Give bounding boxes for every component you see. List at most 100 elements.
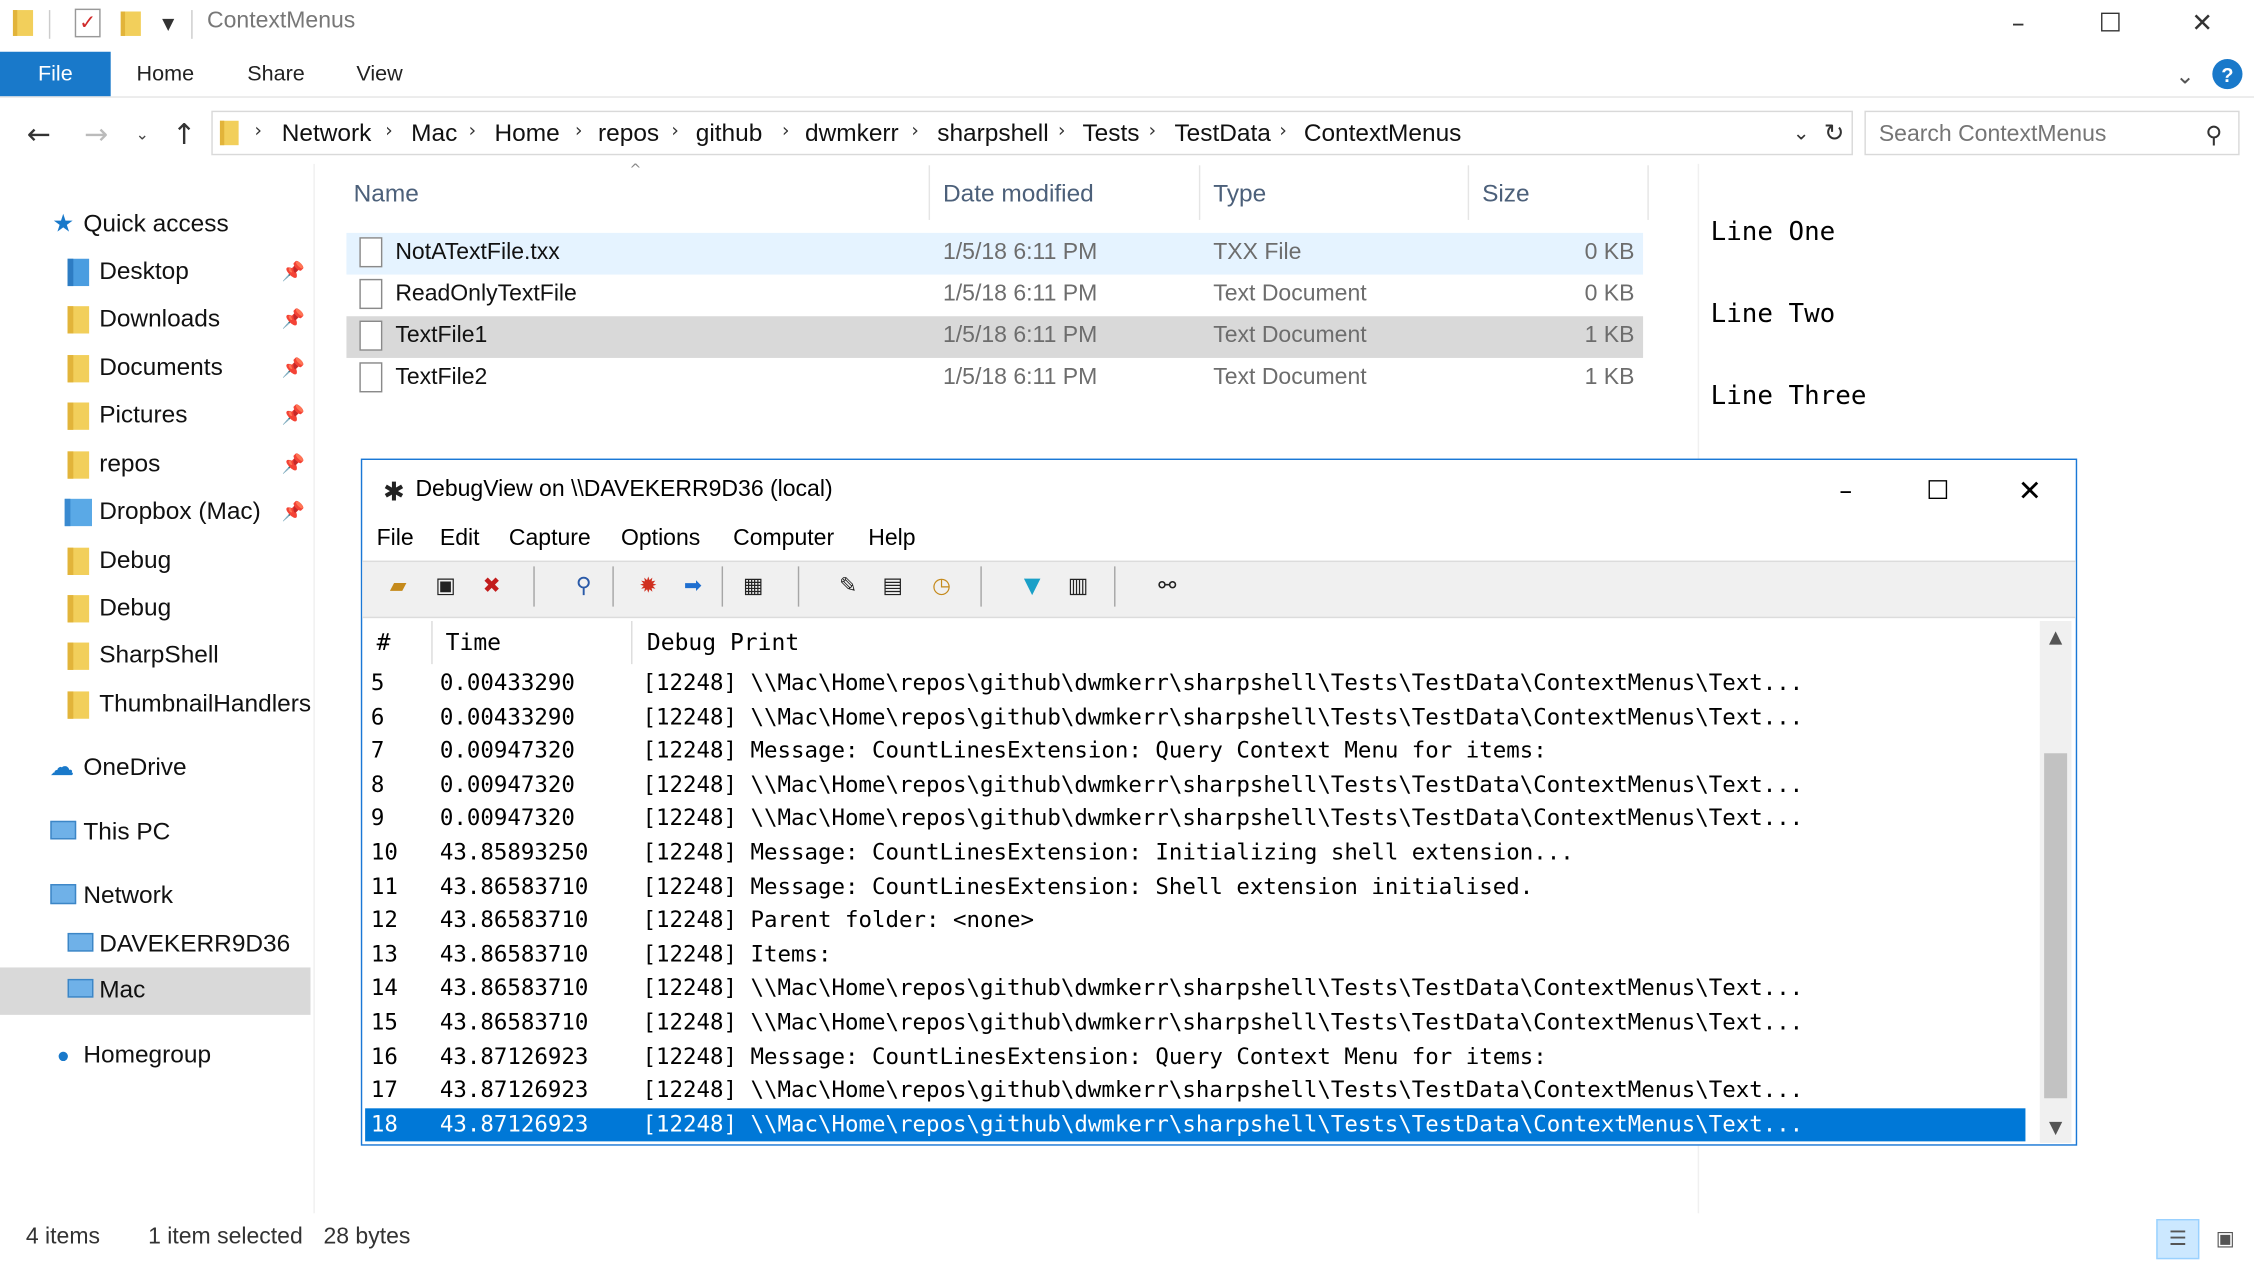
breadcrumb-network[interactable]: Network [282, 119, 372, 148]
nav-thumbnailhandlers[interactable]: ThumbnailHandlers [0, 681, 311, 728]
search-box[interactable]: ⚲ [1864, 110, 2240, 156]
nav-mac[interactable]: Mac [0, 967, 311, 1015]
breadcrumb-separator[interactable]: › [575, 121, 582, 143]
maximize-button[interactable]: ☐ [2064, 0, 2156, 46]
nav-quick-access[interactable]: ★ Quick access [0, 201, 311, 248]
debugview-maximize-button[interactable]: ☐ [1909, 469, 1967, 512]
pin-icon[interactable]: 📌 [282, 308, 305, 331]
file-tab[interactable]: File [0, 51, 111, 97]
nav-debug-1[interactable]: Debug [0, 538, 311, 585]
refresh-icon[interactable]: ↻ [1820, 118, 1849, 150]
debug-row-selected[interactable]: 18 43.87126923 [12248] \\Mac\Home\repos\gi… [365, 1108, 2026, 1142]
column-header-date[interactable]: Date modified [943, 180, 1094, 209]
menu-help[interactable]: Help [868, 526, 915, 552]
breadcrumb-dwmkerr[interactable]: dwmkerr [805, 119, 899, 148]
menu-options[interactable]: Options [621, 526, 700, 552]
menu-capture[interactable]: Capture [509, 526, 591, 552]
column-header-name[interactable]: Name [354, 180, 419, 209]
autoscroll-arrow-icon[interactable]: ➡ [677, 569, 709, 601]
details-view-icon[interactable]: ☰ [2156, 1219, 2200, 1260]
column-header-size[interactable]: Size [1482, 180, 1530, 209]
chevron-down-icon[interactable]: ▼ [158, 12, 178, 35]
breadcrumb-separator[interactable]: › [782, 121, 789, 143]
save-icon[interactable]: ▣ [430, 569, 462, 601]
chevron-down-icon[interactable]: ⌄ [2169, 59, 2201, 91]
scroll-thumb[interactable] [2044, 753, 2068, 1099]
recent-locations-icon[interactable]: ⌄ [131, 121, 154, 147]
debug-row[interactable]: 9 0.00947320 [12248] \\Mac\Home\repos\gith… [365, 803, 2025, 837]
breadcrumb-separator[interactable]: › [254, 121, 261, 143]
open-folder-icon[interactable]: ▰ [382, 569, 414, 601]
column-header-time[interactable]: Time [446, 628, 501, 655]
breadcrumb-separator[interactable]: › [671, 121, 678, 143]
menu-edit[interactable]: Edit [440, 526, 480, 552]
file-row[interactable]: TextFile2 1/5/18 6:11 PM Text Document 1… [346, 358, 1643, 400]
debug-row[interactable]: 8 0.00947320 [12248] \\Mac\Home\repos\gith… [365, 769, 2025, 803]
breadcrumb-sharpshell[interactable]: sharpshell [937, 119, 1048, 148]
nav-network[interactable]: Network [0, 873, 311, 920]
column-header-debug-print[interactable]: Debug Print [647, 628, 799, 655]
breadcrumb-separator[interactable]: › [1149, 121, 1156, 143]
scroll-up-icon[interactable]: ▲ [2040, 621, 2072, 653]
search-icon[interactable]: ⚲ [2199, 119, 2228, 148]
nav-documents[interactable]: Documents 📌 [0, 345, 311, 392]
file-row[interactable]: ReadOnlyTextFile 1/5/18 6:11 PM Text Doc… [346, 275, 1643, 317]
debug-row[interactable]: 14 43.86583710 [12248] \\Mac\Home\repos\gi… [365, 972, 2025, 1006]
menu-file[interactable]: File [377, 526, 414, 552]
breadcrumb-home[interactable]: Home [495, 119, 560, 148]
debug-row[interactable]: 7 0.00947320 [12248] Message: CountLinesEx… [365, 735, 2025, 769]
debug-row[interactable]: 12 43.86583710 [12248] Parent folder: <non… [365, 904, 2025, 938]
pin-icon[interactable]: 📌 [282, 357, 305, 380]
capture-icon[interactable]: ✹ [633, 569, 665, 601]
breadcrumb-testdata[interactable]: TestData [1174, 119, 1270, 148]
nav-homegroup[interactable]: ● Homegroup [0, 1032, 311, 1079]
debug-row[interactable]: 6 0.00433290 [12248] \\Mac\Home\repos\gith… [365, 701, 2025, 735]
back-arrow-icon[interactable]: ← [20, 116, 57, 151]
timestamp-icon[interactable]: ▤ [877, 569, 909, 601]
nav-downloads[interactable]: Downloads 📌 [0, 296, 311, 343]
binoculars-icon[interactable]: ⚯ [1151, 569, 1183, 601]
nav-davekerr9d36[interactable]: DAVEKERR9D36 [0, 921, 311, 968]
nav-pictures[interactable]: Pictures 📌 [0, 392, 311, 439]
search-input[interactable] [1875, 117, 2198, 151]
close-button[interactable]: ✕ [2156, 0, 2248, 46]
large-icons-view-icon[interactable]: ▣ [2205, 1219, 2245, 1259]
debug-row[interactable]: 13 43.86583710 [12248] Items: [365, 938, 2025, 972]
nav-debug-2[interactable]: Debug [0, 585, 311, 632]
breadcrumb-separator[interactable]: › [911, 121, 918, 143]
capture-kernel-icon[interactable]: ▦ [737, 569, 769, 601]
debug-row[interactable]: 16 43.87126923 [12248] Message: CountLines… [365, 1040, 2025, 1074]
new-folder-icon[interactable] [120, 11, 141, 36]
nav-desktop[interactable]: Desktop 📌 [0, 249, 311, 296]
up-arrow-icon[interactable]: ↑ [167, 116, 202, 151]
nav-sharpshell[interactable]: SharpShell [0, 633, 311, 680]
debugview-close-button[interactable]: ✕ [2001, 469, 2059, 512]
nav-dropbox-mac[interactable]: Dropbox (Mac) 📌 [0, 489, 311, 536]
debugview-minimize-button[interactable]: – [1817, 469, 1875, 512]
pin-icon[interactable]: 📌 [282, 404, 305, 427]
debug-scrollbar[interactable]: ▲ ▼ [2039, 621, 2072, 1143]
forward-arrow-icon[interactable]: → [78, 116, 115, 151]
column-header-number[interactable]: # [377, 628, 391, 655]
breadcrumb-separator[interactable]: › [469, 121, 476, 143]
breadcrumb-separator[interactable]: › [385, 121, 392, 143]
address-history-chevron-icon[interactable]: ⌄ [1788, 119, 1814, 148]
debug-row[interactable]: 11 43.86583710 [12248] Message: CountLines… [365, 871, 2025, 905]
breadcrumb-github[interactable]: github [696, 119, 763, 148]
breadcrumb-separator[interactable]: › [1279, 121, 1286, 143]
breadcrumb-tests[interactable]: Tests [1082, 119, 1139, 148]
breadcrumb-repos[interactable]: repos [598, 119, 659, 148]
minimize-button[interactable]: – [1972, 0, 2064, 46]
clock-icon[interactable]: ◷ [926, 569, 958, 601]
nav-onedrive[interactable]: ☁ OneDrive [0, 745, 311, 792]
help-icon[interactable]: ? [2212, 58, 2243, 90]
properties-icon[interactable]: ✓ [74, 8, 101, 38]
tab-view[interactable]: View [339, 52, 420, 97]
address-bar[interactable]: › Network › Mac › Home › repos › github … [211, 110, 1853, 156]
file-row[interactable]: TextFile1 1/5/18 6:11 PM Text Document 1… [346, 316, 1644, 358]
edit-filter-icon[interactable]: ✎ [832, 569, 864, 601]
filter-icon[interactable]: ▼ [1016, 569, 1048, 601]
menu-computer[interactable]: Computer [733, 526, 834, 552]
column-header-type[interactable]: Type [1213, 180, 1266, 209]
file-row[interactable]: NotATextFile.txx 1/5/18 6:11 PM TXX File… [346, 232, 1644, 275]
